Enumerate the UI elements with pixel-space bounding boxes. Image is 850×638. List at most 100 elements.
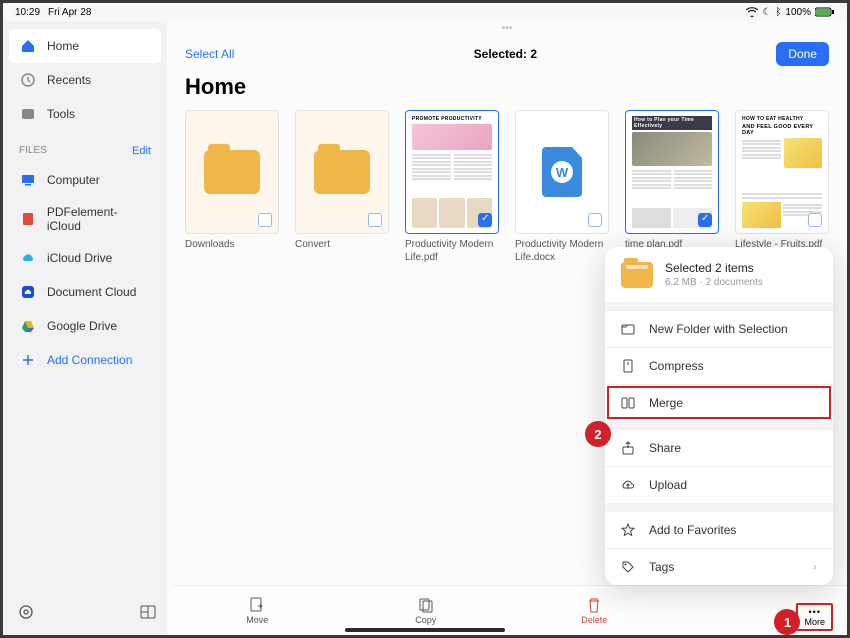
file-label: Productivity Modern Life.docx — [515, 234, 609, 264]
toolbar-label: Copy — [415, 615, 436, 625]
checkbox[interactable] — [588, 213, 602, 227]
document-cloud-icon — [19, 283, 37, 301]
sidebar-item-label: Add Connection — [47, 353, 132, 367]
sidebar-item-google-drive[interactable]: Google Drive — [9, 309, 161, 343]
checkbox[interactable] — [478, 213, 492, 227]
upload-icon — [621, 478, 637, 492]
tools-icon — [19, 105, 37, 123]
menu-label: Upload — [649, 478, 687, 492]
edit-link[interactable]: Edit — [132, 145, 151, 157]
menu-compress[interactable]: Compress — [605, 347, 833, 384]
battery-percent: 100% — [785, 7, 811, 18]
menu-new-folder[interactable]: New Folder with Selection — [605, 310, 833, 347]
file-item-convert[interactable]: Convert — [295, 110, 389, 264]
file-item-timeplan[interactable]: How to Plan your Time Effectively time p… — [625, 110, 719, 264]
toolbar-move[interactable]: Move — [173, 596, 342, 625]
sidebar-item-add-connection[interactable]: Add Connection — [9, 343, 161, 377]
file-label: Downloads — [185, 234, 279, 252]
menu-tags[interactable]: Tags › — [605, 548, 833, 585]
file-item-lifestyle[interactable]: HOW TO EAT HEALTHY AND FEEL GOOD EVERY D… — [735, 110, 829, 264]
menu-add-favorites[interactable]: Add to Favorites — [605, 511, 833, 548]
star-icon — [621, 523, 637, 537]
sidebar-item-tools[interactable]: Tools — [9, 97, 161, 131]
sidebar-item-recents[interactable]: Recents — [9, 63, 161, 97]
checkbox[interactable] — [808, 213, 822, 227]
folder-icon — [621, 262, 653, 288]
menu-merge[interactable]: Merge — [605, 384, 833, 421]
sidebar-item-icloud-drive[interactable]: iCloud Drive — [9, 241, 161, 275]
sidebar-item-label: Document Cloud — [47, 285, 136, 299]
annotation-badge-2: 2 — [585, 421, 611, 447]
sidebar-item-document-cloud[interactable]: Document Cloud — [9, 275, 161, 309]
moon-icon: ☾ — [762, 7, 771, 18]
sidebar-item-label: Google Drive — [47, 319, 117, 333]
select-all-link[interactable]: Select All — [185, 47, 234, 61]
merge-icon — [621, 396, 637, 410]
plus-icon — [19, 351, 37, 369]
sidebar-item-label: Home — [47, 39, 79, 53]
google-drive-icon — [19, 317, 37, 335]
more-actions-popover: Selected 2 items 6.2 MB · 2 documents Ne… — [605, 247, 833, 585]
menu-label: New Folder with Selection — [649, 322, 788, 336]
files-grid: Downloads Convert PROMOTE PRODUCTIVITY — [167, 110, 847, 264]
wifi-icon — [746, 7, 758, 17]
status-bar: 10:29 Fri Apr 28 ☾ ᛒ 100% — [3, 3, 847, 21]
word-icon: W — [542, 147, 582, 197]
toolbar-label: More — [804, 617, 825, 627]
battery-icon — [815, 7, 835, 17]
page-title: Home — [167, 72, 847, 110]
file-label: Productivity Modern Life.pdf — [405, 234, 499, 264]
sidebar-item-label: Computer — [47, 173, 100, 187]
share-icon — [621, 441, 637, 455]
view-toggle-button[interactable] — [139, 603, 157, 621]
status-date: Fri Apr 28 — [48, 7, 91, 18]
bluetooth-icon: ᛒ — [775, 7, 781, 18]
checkbox[interactable] — [368, 213, 382, 227]
menu-label: Compress — [649, 359, 704, 373]
folder-icon — [204, 150, 260, 194]
toolbar-more[interactable]: ••• More — [796, 603, 833, 631]
file-item-downloads[interactable]: Downloads — [185, 110, 279, 264]
file-item-productivity-pdf[interactable]: PROMOTE PRODUCTIVITY Productivity Modern… — [405, 110, 499, 264]
sidebar: Home Recents Tools FILES Edit Computer P… — [3, 21, 167, 635]
home-icon — [19, 37, 37, 55]
toolbar-copy[interactable]: Copy — [342, 596, 511, 625]
menu-label: Share — [649, 441, 681, 455]
sidebar-item-pdfelement-icloud[interactable]: PDFelement-iCloud — [9, 197, 161, 241]
selected-count: Selected: 2 — [474, 47, 537, 61]
checkbox[interactable] — [258, 213, 272, 227]
sidebar-item-label: Recents — [47, 73, 91, 87]
toolbar-label: Delete — [581, 615, 607, 625]
bottom-toolbar: Move Copy Delete — [173, 585, 847, 635]
content-area: ••• Select All Selected: 2 Done Home Dow… — [167, 21, 847, 635]
sidebar-item-label: iCloud Drive — [47, 251, 112, 265]
sidebar-item-computer[interactable]: Computer — [9, 163, 161, 197]
copy-icon — [417, 596, 435, 614]
files-section-header: FILES Edit — [9, 131, 161, 163]
menu-label: Tags — [649, 560, 674, 574]
chevron-right-icon: › — [813, 560, 817, 574]
menu-handle-icon: ••• — [167, 21, 847, 36]
popover-title: Selected 2 items — [665, 261, 763, 275]
clock-icon — [19, 71, 37, 89]
menu-share[interactable]: Share — [605, 429, 833, 466]
sidebar-item-home[interactable]: Home — [9, 29, 161, 63]
move-icon — [248, 596, 266, 614]
folder-icon — [314, 150, 370, 194]
settings-button[interactable] — [17, 603, 35, 621]
icloud-icon — [19, 249, 37, 267]
sidebar-item-label: Tools — [47, 107, 75, 121]
toolbar-delete[interactable]: Delete — [510, 596, 679, 625]
home-indicator[interactable] — [345, 628, 505, 632]
status-right: ☾ ᛒ 100% — [746, 7, 835, 18]
tag-icon — [621, 560, 637, 574]
file-item-productivity-docx[interactable]: W Productivity Modern Life.docx — [515, 110, 609, 264]
checkbox[interactable] — [698, 213, 712, 227]
menu-label: Merge — [649, 396, 683, 410]
selection-topbar: Select All Selected: 2 Done — [167, 36, 847, 72]
more-icon: ••• — [809, 607, 821, 617]
done-button[interactable]: Done — [776, 42, 829, 66]
menu-upload[interactable]: Upload — [605, 466, 833, 503]
trash-icon — [585, 596, 603, 614]
sidebar-item-label: PDFelement-iCloud — [47, 205, 151, 233]
